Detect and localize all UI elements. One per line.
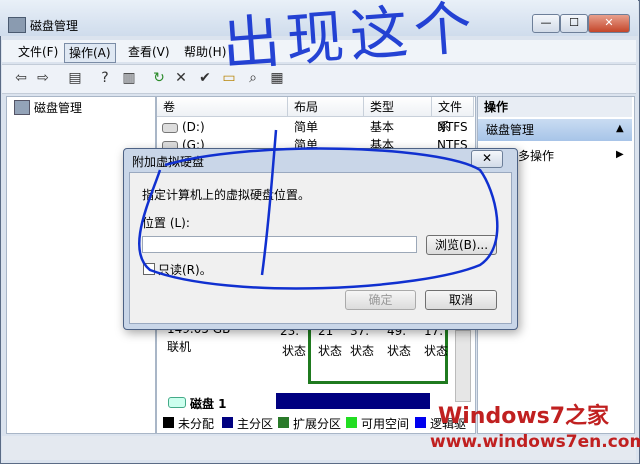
annotation-handwriting: 出现这个 (219, 0, 481, 79)
watermark-url: www.windows7en.com (430, 432, 640, 452)
annotation-arrow (260, 129, 278, 276)
watermark-brand: Windows7之家 (438, 404, 610, 429)
annotation-circle (138, 147, 499, 290)
